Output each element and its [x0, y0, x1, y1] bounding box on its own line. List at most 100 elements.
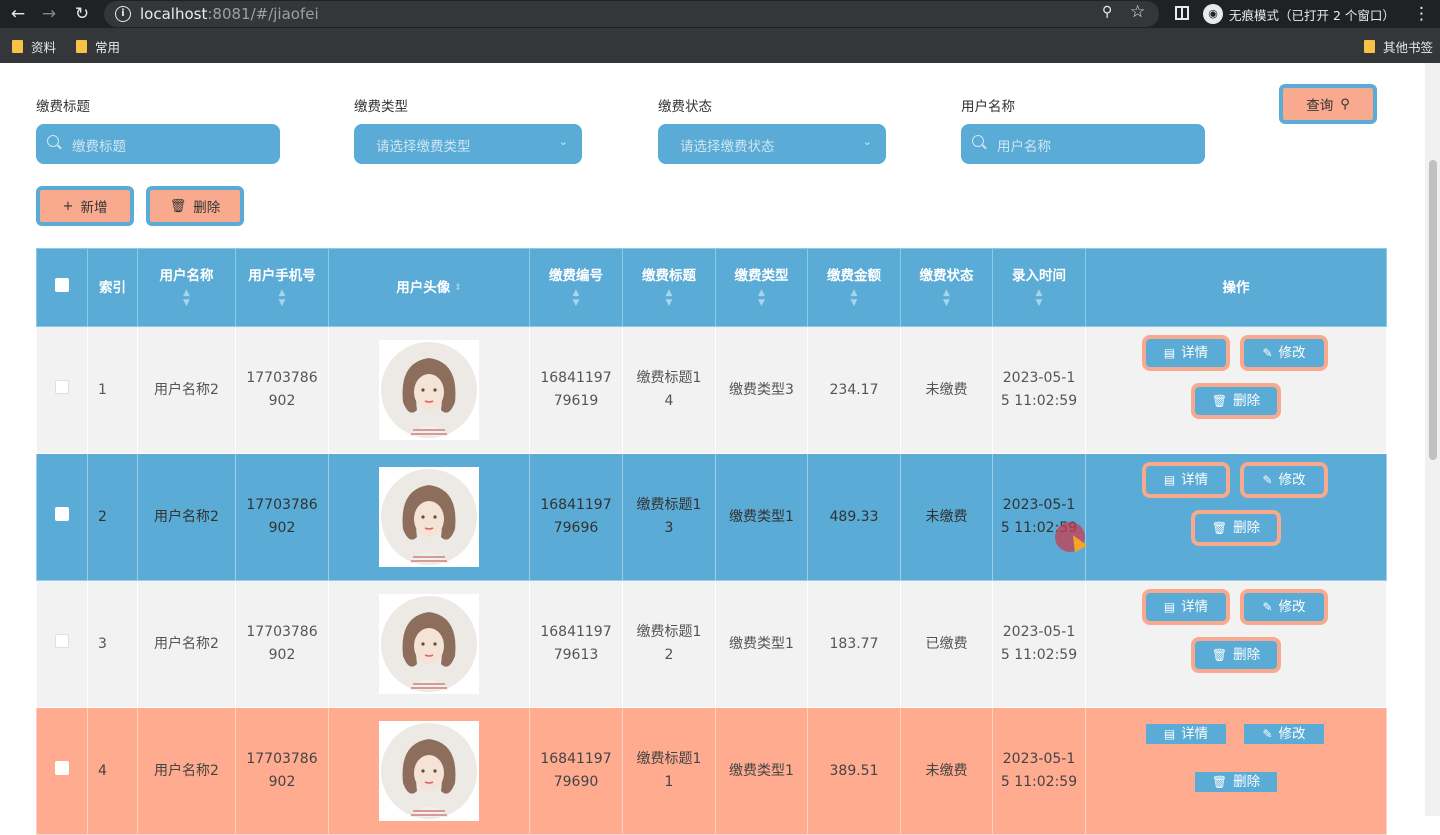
delete-button[interactable]: 🗑 删除	[1191, 637, 1281, 673]
header-fee-title[interactable]: 缴费标题 ▲ ▼	[622, 248, 716, 327]
user-avatar	[379, 340, 479, 440]
edit-button[interactable]: ✎ 修改	[1240, 462, 1328, 498]
chevron-down-icon: ⌄	[558, 135, 568, 148]
header-fee-type[interactable]: 缴费类型 ▲ ▼	[715, 248, 808, 327]
sort-icon[interactable]: ▲ ▼	[236, 288, 328, 308]
delete-button[interactable]: 🗑 删除	[1191, 768, 1281, 796]
site-info-icon[interactable]: i	[115, 6, 131, 22]
cell-created-at: 2023-05-1 5 11:02:59	[992, 453, 1086, 581]
fee-status-select[interactable]: 请选择缴费状态 ⌄	[658, 124, 886, 164]
fee-type-select[interactable]: 请选择缴费类型 ⌄	[354, 124, 582, 164]
sort-icon[interactable]: ▲ ▼	[808, 288, 900, 308]
sort-icon[interactable]: ▲ ▼	[530, 288, 622, 308]
edit-icon: ✎	[1262, 472, 1273, 487]
sort-icon[interactable]: ▲ ▼	[138, 288, 235, 308]
header-avatar[interactable]: 用户头像 ⇕	[328, 248, 530, 327]
edit-button[interactable]: ✎ 修改	[1240, 335, 1328, 371]
user-name-input[interactable]: 用户名称	[961, 124, 1205, 164]
search-icon: ⚲	[1340, 96, 1350, 112]
folder-icon	[12, 40, 23, 53]
cell-actions: ▤ 详情 ✎ 修改 🗑 删除	[1085, 453, 1387, 581]
trash-icon: 🗑	[1211, 774, 1228, 789]
row-checkbox-cell[interactable]	[36, 326, 88, 454]
cell-user-name: 用户名称2	[137, 326, 236, 454]
filter-type-label: 缴费类型	[354, 99, 408, 115]
sort-icon[interactable]: ▲ ▼	[623, 288, 715, 308]
header-user-name[interactable]: 用户名称 ▲ ▼	[137, 248, 236, 327]
sort-icon[interactable]: ▲ ▼	[993, 288, 1085, 308]
folder-icon	[76, 40, 87, 53]
row-checkbox[interactable]	[55, 633, 69, 648]
other-bookmarks[interactable]: 其他书签	[1364, 37, 1433, 56]
header-select-all[interactable]	[36, 248, 88, 327]
edit-icon: ✎	[1262, 726, 1273, 741]
table-row[interactable]: 4 用户名称2 17703786 902 16841197 79690 缴费标题1 1…	[36, 707, 1387, 835]
side-panel-icon[interactable]	[1175, 6, 1189, 20]
bookmark-folder-ziliao[interactable]: 资料	[12, 37, 56, 56]
row-checkbox[interactable]	[55, 760, 69, 775]
cell-fee-type: 缴费类型3	[715, 326, 808, 454]
chevron-down-icon: ⌄	[862, 135, 872, 148]
cell-fee-amount: 234.17	[807, 326, 901, 454]
row-checkbox-cell[interactable]	[36, 453, 88, 581]
detail-button[interactable]: ▤ 详情	[1142, 720, 1230, 748]
bookmark-star-icon[interactable]: ☆	[1130, 2, 1145, 22]
cell-actions: ▤ 详情 ✎ 修改 🗑 删除	[1085, 707, 1387, 835]
batch-delete-button[interactable]: 🗑 删除	[146, 186, 244, 226]
cell-fee-no: 16841197 79619	[529, 326, 623, 454]
header-created-at[interactable]: 录入时间 ▲ ▼	[992, 248, 1086, 327]
add-button[interactable]: + 新增	[36, 186, 134, 226]
reload-icon[interactable]: ↻	[71, 3, 93, 25]
trash-icon: 🗑	[1211, 393, 1228, 408]
trash-icon: 🗑	[1211, 647, 1228, 662]
incognito-label: 无痕模式（已打开 2 个窗口）	[1229, 7, 1395, 23]
header-fee-amount[interactable]: 缴费金额 ▲ ▼	[807, 248, 901, 327]
sort-icon[interactable]: ▲ ▼	[716, 288, 807, 308]
table-row[interactable]: 3 用户名称2 17703786 902 16841197 79613 缴费标题1 2…	[36, 580, 1387, 708]
delete-button[interactable]: 🗑 删除	[1191, 383, 1281, 419]
forward-icon[interactable]: →	[38, 3, 60, 25]
query-button[interactable]: 查询 ⚲	[1279, 84, 1377, 124]
detail-button[interactable]: ▤ 详情	[1142, 462, 1230, 498]
address-bar[interactable]: i localhost:8081/#/jiaofei ⚲ ☆	[104, 1, 1159, 27]
cell-user-name: 用户名称2	[137, 453, 236, 581]
sort-icon[interactable]: ⇕	[454, 283, 462, 293]
table-row[interactable]: 2 用户名称2 17703786 902 16841197 79696 缴费标题1 3…	[36, 453, 1387, 581]
cell-index: 4	[87, 707, 138, 835]
cell-actions: ▤ 详情 ✎ 修改 🗑 删除	[1085, 580, 1387, 708]
edit-button[interactable]: ✎ 修改	[1240, 720, 1328, 748]
browser-menu-icon[interactable]: ⋮	[1413, 3, 1430, 25]
cell-fee-amount: 389.51	[807, 707, 901, 835]
document-icon: ▤	[1163, 599, 1176, 614]
row-checkbox-cell[interactable]	[36, 707, 88, 835]
header-fee-no[interactable]: 缴费编号 ▲ ▼	[529, 248, 623, 327]
cell-index: 3	[87, 580, 138, 708]
cell-created-at: 2023-05-1 5 11:02:59	[992, 707, 1086, 835]
row-checkbox[interactable]	[55, 506, 69, 521]
table-row[interactable]: 1 用户名称2 17703786 902 16841197 79619 缴费标题1 4…	[36, 326, 1387, 454]
sort-icon[interactable]: ▲ ▼	[901, 288, 992, 308]
cell-fee-amount: 183.77	[807, 580, 901, 708]
delete-button[interactable]: 🗑 删除	[1191, 510, 1281, 546]
url-text[interactable]: localhost:8081/#/jiaofei	[140, 5, 319, 23]
header-user-phone[interactable]: 用户手机号 ▲ ▼	[235, 248, 329, 327]
cell-fee-title: 缴费标题1 1	[622, 707, 716, 835]
row-checkbox-cell[interactable]	[36, 580, 88, 708]
back-icon[interactable]: ←	[7, 3, 29, 25]
cell-index: 2	[87, 453, 138, 581]
key-icon[interactable]: ⚲	[1102, 4, 1112, 20]
select-all-checkbox[interactable]	[55, 278, 69, 292]
detail-button[interactable]: ▤ 详情	[1142, 589, 1230, 625]
header-fee-status[interactable]: 缴费状态 ▲ ▼	[900, 248, 993, 327]
detail-button[interactable]: ▤ 详情	[1142, 335, 1230, 371]
cell-user-phone: 17703786 902	[235, 707, 329, 835]
row-checkbox[interactable]	[55, 379, 69, 394]
bookmark-folder-changyong[interactable]: 常用	[76, 37, 120, 56]
page-scrollbar-thumb[interactable]	[1429, 160, 1437, 460]
document-icon: ▤	[1163, 345, 1176, 360]
edit-button[interactable]: ✎ 修改	[1240, 589, 1328, 625]
user-avatar	[379, 467, 479, 567]
filter-user-label: 用户名称	[961, 99, 1015, 115]
incognito-indicator[interactable]: ◉ 无痕模式（已打开 2 个窗口）	[1203, 3, 1395, 25]
fee-title-input[interactable]: 缴费标题	[36, 124, 280, 164]
